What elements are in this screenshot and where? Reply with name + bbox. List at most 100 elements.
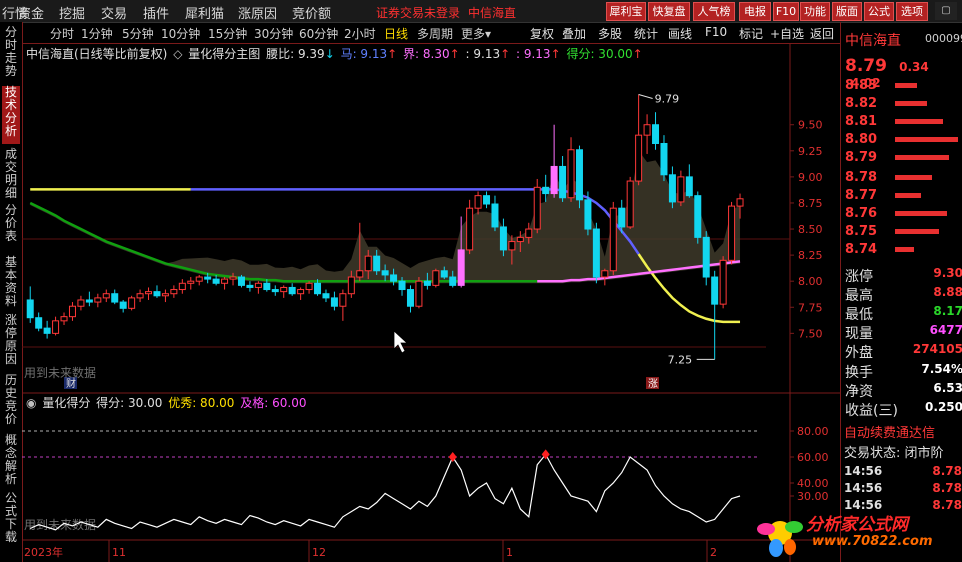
- left-nav-item-5[interactable]: 涨停原因: [2, 314, 20, 370]
- candle-body[interactable]: [516, 236, 524, 243]
- period-daily[interactable]: 日线: [384, 25, 408, 42]
- candle-body[interactable]: [550, 165, 558, 195]
- candle-body[interactable]: [94, 297, 102, 303]
- orderbook-row[interactable]: 8.83: [841, 78, 962, 96]
- period-15min[interactable]: 15分钟: [208, 25, 247, 42]
- candle-body[interactable]: [195, 276, 203, 282]
- candle-body[interactable]: [635, 134, 643, 182]
- candle-body[interactable]: [668, 174, 676, 203]
- left-nav-item-4[interactable]: 基本资料: [2, 256, 20, 310]
- candle-body[interactable]: [43, 327, 51, 334]
- candle-body[interactable]: [170, 289, 178, 295]
- orderbook-row[interactable]: 8.75: [841, 224, 962, 242]
- candle-body[interactable]: [221, 278, 229, 284]
- candle-body[interactable]: [364, 255, 372, 272]
- candle-body[interactable]: [685, 176, 693, 197]
- auto-renew-notice[interactable]: 自动续费通达信: [844, 422, 935, 441]
- candle-body[interactable]: [567, 149, 575, 199]
- orderbook-row[interactable]: 8.78: [841, 170, 962, 188]
- candle-body[interactable]: [373, 255, 381, 272]
- left-nav-item-0[interactable]: 分时走势: [2, 26, 20, 82]
- period-10min[interactable]: 10分钟: [161, 25, 200, 42]
- candle-body[interactable]: [60, 316, 68, 322]
- candle-body[interactable]: [559, 165, 567, 199]
- candle-body[interactable]: [660, 143, 668, 176]
- menu-item-wajue[interactable]: 挖掘: [59, 3, 85, 22]
- menu-item-xilimao[interactable]: 犀利猫: [185, 3, 224, 22]
- gongneng-button[interactable]: 功能: [800, 2, 830, 21]
- candle-body[interactable]: [592, 228, 600, 278]
- orderbook-row[interactable]: 8.82: [841, 96, 962, 114]
- candle-body[interactable]: [111, 293, 119, 303]
- window-restore-icon[interactable]: ▢: [935, 2, 957, 20]
- candle-body[interactable]: [246, 284, 254, 288]
- add-watchlist-button[interactable]: +自选: [770, 25, 804, 42]
- back-button[interactable]: 返回: [810, 25, 834, 42]
- candle-body[interactable]: [457, 249, 465, 286]
- f10-button[interactable]: F10: [773, 2, 799, 21]
- candle-body[interactable]: [677, 176, 685, 203]
- candle-body[interactable]: [52, 320, 60, 334]
- xuanxiang-button[interactable]: 选项: [896, 2, 928, 21]
- candle-body[interactable]: [533, 186, 541, 230]
- candle-body[interactable]: [330, 297, 338, 307]
- candle-body[interactable]: [119, 301, 127, 309]
- candle-body[interactable]: [381, 270, 389, 276]
- candle-body[interactable]: [466, 207, 474, 251]
- left-nav-item-3[interactable]: 分价表: [2, 204, 20, 252]
- renqibang-button[interactable]: 人气榜: [693, 2, 735, 21]
- period-5min[interactable]: 5分钟: [122, 25, 154, 42]
- xilibao-button[interactable]: 犀利宝: [606, 2, 646, 21]
- menu-item-zijin[interactable]: 资金: [18, 3, 44, 22]
- period-more[interactable]: 更多▾: [461, 25, 491, 42]
- candle-body[interactable]: [711, 276, 719, 305]
- candle-body[interactable]: [491, 203, 499, 228]
- candle-body[interactable]: [483, 195, 491, 205]
- candle-body[interactable]: [314, 282, 322, 295]
- orderbook-row[interactable]: 8.81: [841, 114, 962, 132]
- period-1min[interactable]: 1分钟: [81, 25, 113, 42]
- kline-chart[interactable]: 9.50 9.25 9.00 8.75 8.50 8.25 8.00 7.75 7.50 80.0…: [22, 43, 840, 562]
- candle-body[interactable]: [263, 282, 271, 291]
- duogu-button[interactable]: 多股: [598, 25, 622, 42]
- candle-body[interactable]: [618, 207, 626, 228]
- candle-body[interactable]: [187, 280, 195, 284]
- candle-body[interactable]: [26, 299, 34, 319]
- candle-body[interactable]: [204, 276, 212, 280]
- login-alert[interactable]: 证券交易未登录: [376, 4, 460, 21]
- banmian-button[interactable]: 版面: [832, 2, 862, 21]
- candle-body[interactable]: [339, 293, 347, 307]
- orderbook-row[interactable]: 8.76: [841, 206, 962, 224]
- candle-body[interactable]: [652, 124, 660, 145]
- candle-body[interactable]: [297, 289, 305, 295]
- candle-body[interactable]: [35, 317, 43, 329]
- settings-dot-icon[interactable]: ◉: [26, 396, 36, 410]
- f10-period-button[interactable]: F10: [705, 25, 727, 39]
- candle-body[interactable]: [609, 207, 617, 272]
- candle-body[interactable]: [626, 180, 634, 228]
- menu-item-chajian[interactable]: 插件: [143, 3, 169, 22]
- candle-body[interactable]: [237, 276, 245, 286]
- candle-body[interactable]: [643, 124, 651, 136]
- candle-body[interactable]: [728, 205, 736, 261]
- candle-body[interactable]: [145, 291, 153, 295]
- candle-body[interactable]: [542, 186, 550, 195]
- candle-body[interactable]: [254, 282, 262, 288]
- candle-body[interactable]: [474, 195, 482, 209]
- candle-body[interactable]: [347, 276, 355, 295]
- left-nav-item-8[interactable]: 公式下载: [2, 492, 20, 548]
- kuaifupan-button[interactable]: 快复盘: [648, 2, 690, 21]
- candle-body[interactable]: [229, 276, 237, 280]
- candle-body[interactable]: [449, 276, 457, 286]
- left-nav-item-1[interactable]: 技术分析: [2, 86, 20, 144]
- sub-indicator-name[interactable]: 量化得分: [42, 396, 90, 410]
- candle-body[interactable]: [305, 282, 313, 291]
- tongji-button[interactable]: 统计: [634, 25, 658, 42]
- candle-body[interactable]: [390, 274, 398, 282]
- huaxian-button[interactable]: 画线: [668, 25, 692, 42]
- candle-body[interactable]: [736, 198, 744, 207]
- candle-body[interactable]: [128, 297, 136, 309]
- candle-body[interactable]: [212, 278, 220, 284]
- candle-body[interactable]: [584, 199, 592, 230]
- candle-body[interactable]: [440, 270, 448, 278]
